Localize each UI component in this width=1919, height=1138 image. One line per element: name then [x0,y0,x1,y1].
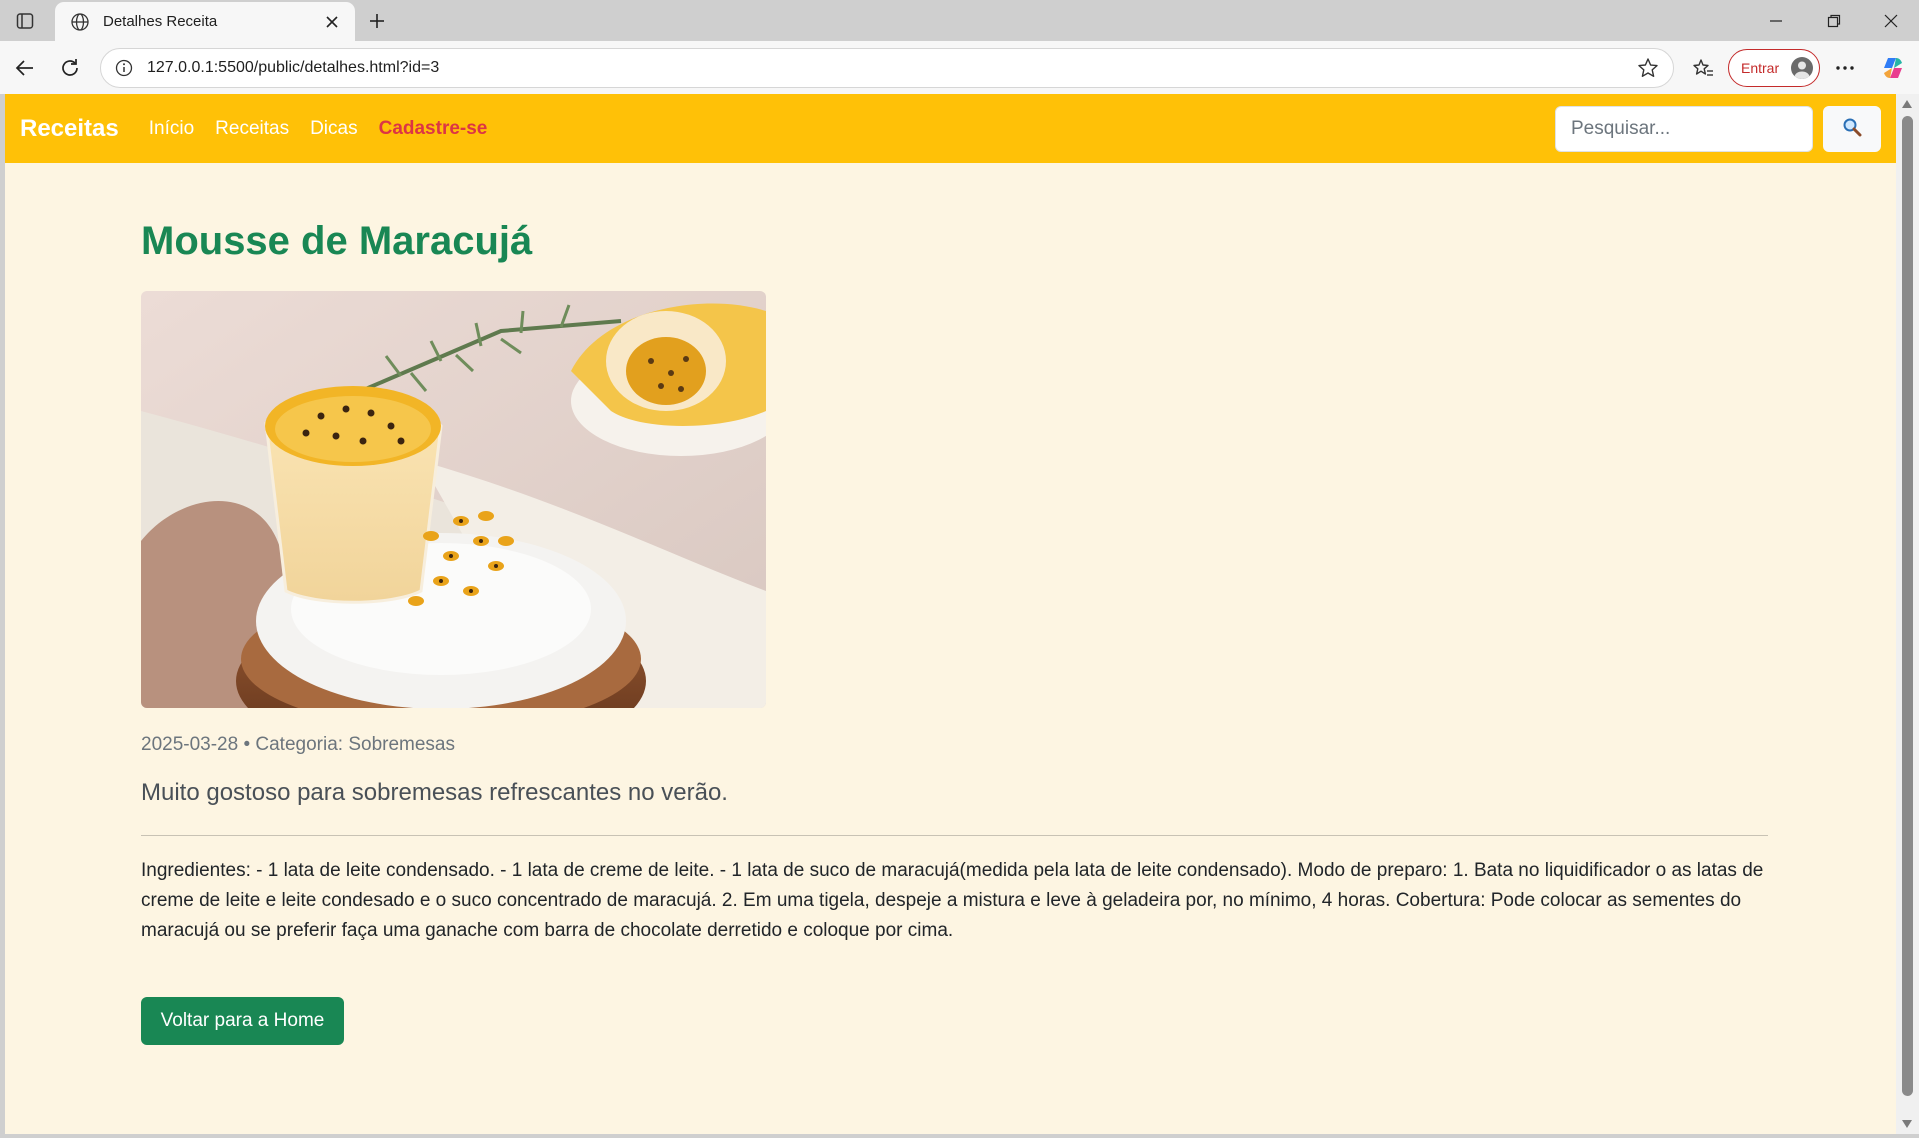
nav-link-inicio[interactable]: Início [149,118,194,140]
browser-tab-strip: Detalhes Receita [0,0,1919,41]
close-window-icon[interactable] [1876,6,1906,36]
url-text[interactable]: 127.0.0.1:5500/public/detalhes.html?id=3 [147,59,1635,77]
favorite-star-icon[interactable] [1635,55,1661,81]
globe-icon [69,11,91,33]
new-tab-icon[interactable] [364,8,390,34]
back-arrow-icon[interactable] [10,53,40,83]
divider [141,835,1768,836]
nav-link-cadastre-se[interactable]: Cadastre-se [379,118,488,140]
tab-actions-icon[interactable] [14,10,36,32]
tab-title: Detalhes Receita [103,13,218,30]
address-bar[interactable]: 127.0.0.1:5500/public/detalhes.html?id=3 [100,48,1674,88]
recipe-meta: 2025-03-28 • Categoria: Sobremesas [141,734,456,755]
more-options-icon[interactable] [1830,53,1860,83]
restore-icon[interactable] [1819,6,1849,36]
search-input[interactable] [1555,106,1813,152]
recipe-lead: Muito gostoso para sobremesas refrescant… [141,779,728,806]
page-viewport: Receitas Início Receitas Dicas Cadastre-… [5,94,1896,1134]
browser-tab[interactable]: Detalhes Receita [55,2,355,41]
recipe-photo [141,291,766,708]
profile-avatar-icon [1791,57,1813,79]
favorites-icon[interactable] [1688,53,1718,83]
back-home-button[interactable]: Voltar para a Home [141,997,344,1045]
magnifier-icon [1842,117,1862,142]
search-button[interactable] [1823,106,1881,152]
browser-toolbar: 127.0.0.1:5500/public/detalhes.html?id=3… [0,41,1919,94]
site-brand[interactable]: Receitas [20,115,119,143]
scrollbar-thumb[interactable] [1902,116,1913,1096]
recipe-body: Ingredientes: - 1 lata de leite condensa… [141,860,1764,941]
nav-link-receitas[interactable]: Receitas [215,118,289,140]
site-info-icon[interactable] [113,57,135,79]
recipe-title: Mousse de Maracujá [141,219,533,263]
window-bottom-edge [0,1134,1919,1138]
refresh-icon[interactable] [55,53,85,83]
site-navbar: Receitas Início Receitas Dicas Cadastre-… [5,94,1896,163]
nav-links: Início Receitas Dicas Cadastre-se [149,118,509,140]
scroll-down-icon[interactable] [1902,1120,1912,1128]
minimize-icon[interactable] [1761,6,1791,36]
scroll-up-icon[interactable] [1902,100,1912,108]
close-icon[interactable] [321,11,343,33]
page-scrollbar[interactable] [1896,94,1919,1134]
sign-in-button[interactable]: Entrar [1728,49,1820,87]
nav-link-dicas[interactable]: Dicas [310,118,358,140]
copilot-icon[interactable] [1878,53,1908,83]
sign-in-label: Entrar [1741,60,1780,76]
